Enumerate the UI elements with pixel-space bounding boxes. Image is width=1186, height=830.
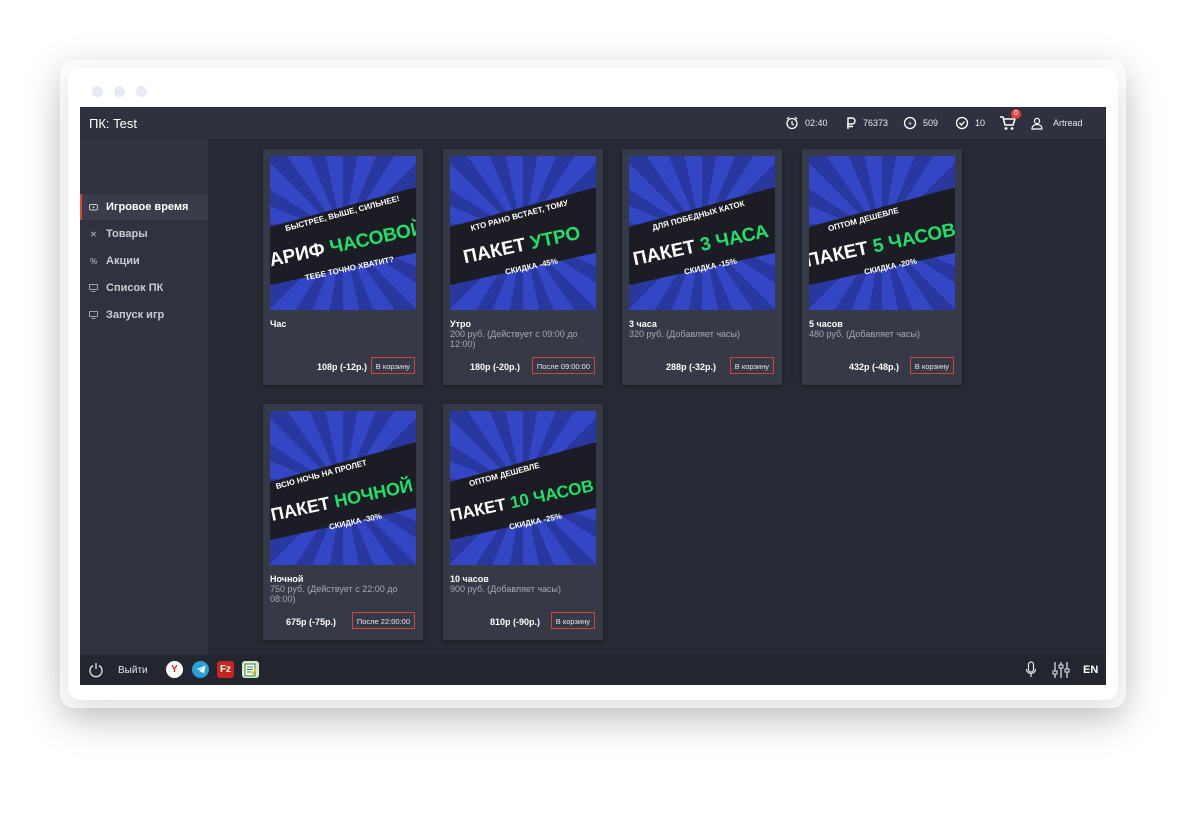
monitor-icon <box>89 284 98 293</box>
tariff-poster: ВСЮ НОЧЬ НА ПРОЛЕТ ПАКЕТ НОЧНОЙ СКИДКА -… <box>270 411 416 565</box>
tariff-description: 200 руб. (Действует с 09:00 до 12:00) <box>450 329 578 349</box>
balance-stat: 76373 <box>845 107 888 139</box>
tariff-card: КТО РАНО ВСТАЕТ, ТОМУ ПАКЕТ УТРО СКИДКА … <box>443 149 603 385</box>
tariff-price: 432р (-48р.) <box>848 362 899 372</box>
tariff-poster: КТО РАНО ВСТАЕТ, ТОМУ ПАКЕТ УТРО СКИДКА … <box>450 156 596 310</box>
tariff-card: ОПТОМ ДЕШЕВЛЕ ПАКЕТ 5 ЧАСОВ СКИДКА -20% … <box>802 149 962 385</box>
badge-check-icon <box>955 116 969 130</box>
tariff-name: Ночной <box>270 574 304 584</box>
username: Artread <box>1053 118 1083 128</box>
ruble-icon <box>847 117 856 129</box>
tariff-name: 3 часа <box>629 319 657 329</box>
cart-count-badge: 0 <box>1011 109 1021 119</box>
telegram-icon[interactable] <box>192 661 209 678</box>
add-to-cart-button[interactable]: После 09:00:00 <box>531 357 595 374</box>
sidebar-item-promotions[interactable]: % Акции <box>80 248 208 274</box>
tariff-price: 675р (-75р.) <box>285 617 336 627</box>
checked-value: 10 <box>975 118 986 128</box>
time-stat: 02:40 <box>785 107 828 139</box>
tariff-card: ОПТОМ ДЕШЕВЛЕ ПАКЕТ 10 ЧАСОВ СКИДКА -25%… <box>443 404 603 640</box>
browser-window: ПК: Test 02:40 76373 + 509 10 0 Artread … <box>68 68 1118 700</box>
tariff-grid: БЫСТРЕЕ, ВЫШЕ, СИЛЬНЕЕ! ТАРИФ ЧАСОВОЙ ТЕ… <box>208 139 1106 655</box>
sidebar-item-launch-games[interactable]: Запуск игр <box>80 302 208 328</box>
user-menu[interactable]: Artread <box>1031 107 1083 139</box>
sidebar-item-label: Список ПК <box>106 282 164 294</box>
balance-value: 76373 <box>863 118 889 128</box>
bonus-coin-icon: + <box>903 116 917 130</box>
bonus-stat: + 509 <box>903 107 938 139</box>
tariff-name: Час <box>270 319 287 329</box>
add-to-cart-button[interactable]: В корзину <box>729 357 774 374</box>
equalizer-icon[interactable] <box>1051 660 1071 680</box>
tariff-price: 180р (-20р.) <box>469 362 520 372</box>
tariff-price: 810р (-90р.) <box>489 617 540 627</box>
bonus-value: 509 <box>923 118 939 128</box>
tariff-name: Утро <box>450 319 472 329</box>
tariff-description: 320 руб. (Добавляет часы) <box>629 329 741 339</box>
tariff-price: 108р (-12р.) <box>316 362 367 372</box>
add-to-cart-button[interactable]: В корзину <box>370 357 415 374</box>
tariff-poster: ОПТОМ ДЕШЕВЛЕ ПАКЕТ 5 ЧАСОВ СКИДКА -20% <box>809 156 955 310</box>
tariff-description: 480 руб. (Добавляет часы) <box>809 329 921 339</box>
tariff-description: 900 руб. (Добавляет часы) <box>450 584 562 594</box>
utensils-icon: ✕ <box>90 229 97 239</box>
add-to-cart-button[interactable]: В корзину <box>550 612 595 629</box>
tariff-price: 288р (-32р.) <box>665 362 716 372</box>
user-icon <box>1031 117 1043 130</box>
language-indicator[interactable]: EN <box>1083 664 1098 676</box>
gamepad-icon <box>89 203 98 212</box>
tariff-name: 10 часов <box>450 574 489 584</box>
client-app: ПК: Test 02:40 76373 + 509 10 0 Artread … <box>80 107 1106 685</box>
exit-label: Выйти <box>118 664 148 676</box>
tariff-card: ВСЮ НОЧЬ НА ПРОЛЕТ ПАКЕТ НОЧНОЙ СКИДКА -… <box>263 404 423 640</box>
microphone-icon[interactable] <box>1025 661 1037 679</box>
exit-button[interactable]: Выйти <box>88 662 148 678</box>
alarm-clock-icon <box>786 116 798 130</box>
checked-stat: 10 <box>955 107 985 139</box>
sidebar-item-label: Запуск игр <box>106 309 165 321</box>
sidebar-item-game-time[interactable]: Игровое время <box>80 194 208 220</box>
svg-text:+: + <box>908 121 912 128</box>
window-controls <box>92 86 147 97</box>
notepad-icon[interactable] <box>242 661 259 678</box>
tariff-poster: БЫСТРЕЕ, ВЫШЕ, СИЛЬНЕЕ! ТАРИФ ЧАСОВОЙ ТЕ… <box>270 156 416 310</box>
add-to-cart-button[interactable]: После 22:00:00 <box>351 612 415 629</box>
window-dot-maximize[interactable] <box>136 86 147 97</box>
sidebar-item-label: Товары <box>106 228 148 240</box>
monitor-play-icon <box>89 311 98 320</box>
cart-button[interactable]: 0 <box>999 107 1021 139</box>
yandex-browser-icon[interactable]: Y <box>166 661 183 678</box>
sidebar-item-label: Игровое время <box>106 201 189 213</box>
tariff-poster: ДЛЯ ПОБЕДНЫХ КАТОК ПАКЕТ 3 ЧАСА СКИДКА -… <box>629 156 775 310</box>
window-dot-close[interactable] <box>92 86 103 97</box>
sidebar-item-goods[interactable]: ✕ Товары <box>80 221 208 247</box>
time-value: 02:40 <box>805 118 828 128</box>
tariff-card: БЫСТРЕЕ, ВЫШЕ, СИЛЬНЕЕ! ТАРИФ ЧАСОВОЙ ТЕ… <box>263 149 423 385</box>
power-icon <box>89 663 103 678</box>
percent-icon: % <box>89 256 98 266</box>
add-to-cart-button[interactable]: В корзину <box>909 357 954 374</box>
taskbar: Выйти Y Fz EN <box>80 655 1106 685</box>
filezilla-icon[interactable]: Fz <box>217 661 234 678</box>
tariff-poster: ОПТОМ ДЕШЕВЛЕ ПАКЕТ 10 ЧАСОВ СКИДКА -25% <box>450 411 596 565</box>
sidebar-item-label: Акции <box>106 255 140 267</box>
window-dot-minimize[interactable] <box>114 86 125 97</box>
tariff-description: 750 руб. (Действует с 22:00 до 08:00) <box>270 584 398 604</box>
sidebar-item-pc-list[interactable]: Список ПК <box>80 275 208 301</box>
sidebar: Игровое время ✕ Товары % Акции Список ПК <box>80 139 208 655</box>
tariff-name: 5 часов <box>809 319 843 329</box>
pc-title: ПК: Test <box>89 116 137 131</box>
top-bar: ПК: Test 02:40 76373 + 509 10 0 Artread <box>80 107 1106 139</box>
tariff-card: ДЛЯ ПОБЕДНЫХ КАТОК ПАКЕТ 3 ЧАСА СКИДКА -… <box>622 149 782 385</box>
